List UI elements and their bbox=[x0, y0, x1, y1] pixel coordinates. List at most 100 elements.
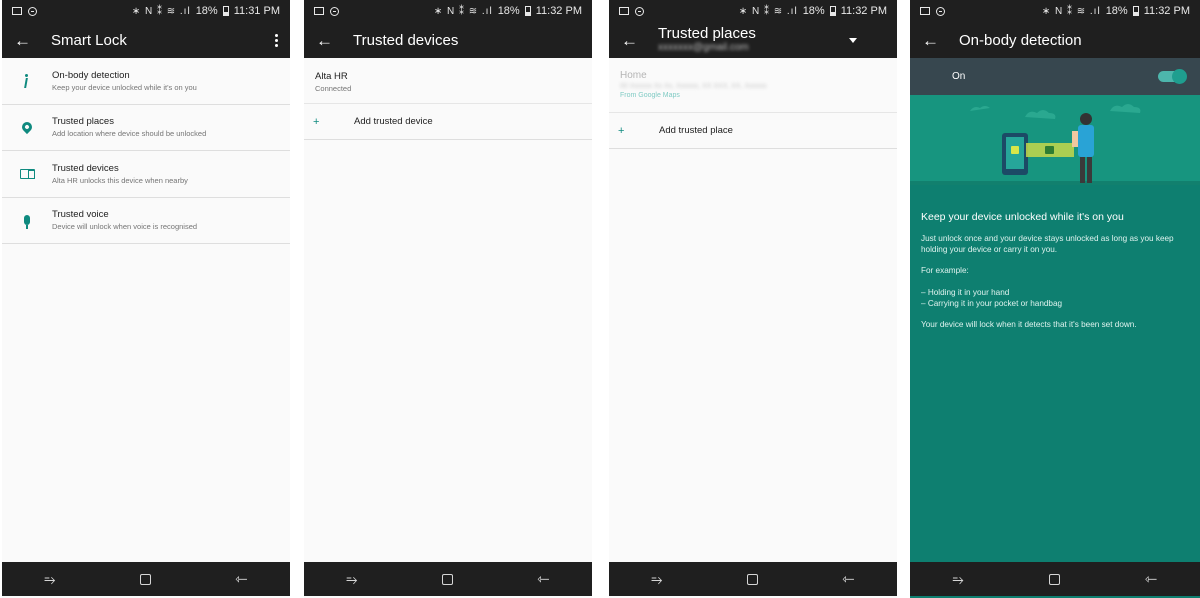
clock: 11:32 PM bbox=[1143, 5, 1190, 17]
battery-percent: 18% bbox=[802, 5, 825, 17]
recent-apps-icon[interactable]: ⥱ bbox=[346, 571, 357, 588]
page-title: On-body detection bbox=[959, 31, 1082, 49]
on-body-detection-screen: ∗ N ⁑ ≋ .ıl 18% 11:32 PM ← On-body detec… bbox=[910, 0, 1200, 598]
switch-label: On bbox=[952, 71, 966, 82]
option-on-body-detection[interactable]: On-body detection Keep your device unlock… bbox=[2, 58, 290, 105]
home-icon[interactable] bbox=[441, 573, 453, 585]
plus-icon: + bbox=[313, 115, 320, 128]
status-bar: ∗ N ⁑ ≋ .ıl 18% 11:32 PM bbox=[304, 0, 592, 22]
option-title: Trusted devices bbox=[52, 162, 119, 174]
back-arrow-icon[interactable]: ← bbox=[922, 32, 940, 49]
location-pin-icon bbox=[19, 120, 35, 135]
example-bullet: – Carrying it in your pocket or handbag bbox=[921, 299, 1063, 308]
page-title: Smart Lock bbox=[51, 31, 127, 49]
image-notification-icon bbox=[920, 7, 930, 15]
trusted-places-screen: ∗ N ⁑ ≋ .ıl 18% 11:32 PM ← Trusted place… bbox=[609, 0, 897, 598]
navigation-bar: ⥱ ⇽ bbox=[609, 562, 897, 596]
battery-icon bbox=[1132, 6, 1139, 16]
recent-apps-icon[interactable]: ⥱ bbox=[953, 571, 964, 588]
status-bar: ∗ N ⁑ ≋ .ıl 18% 11:32 PM bbox=[910, 0, 1200, 22]
microphone-icon bbox=[24, 215, 30, 230]
home-icon[interactable] bbox=[746, 573, 758, 585]
example-bullet: – Holding it in your hand bbox=[921, 288, 1010, 297]
page-title: Trusted places bbox=[658, 25, 756, 42]
image-notification-icon bbox=[314, 7, 324, 15]
on-body-illustration bbox=[910, 95, 1200, 185]
account-dropdown-icon[interactable] bbox=[849, 37, 857, 43]
device-name: Alta HR bbox=[315, 71, 348, 82]
home-icon[interactable] bbox=[1048, 573, 1060, 585]
trusted-place-home[interactable]: Home 00 Xxxxxx Xx Xx, Xxxxxx, XX XXX, XX… bbox=[609, 58, 897, 113]
clock: 11:32 PM bbox=[840, 5, 887, 17]
battery-percent: 18% bbox=[195, 5, 218, 17]
recent-apps-icon[interactable]: ⥱ bbox=[44, 571, 55, 588]
battery-percent: 18% bbox=[1105, 5, 1128, 17]
option-title: Trusted places bbox=[52, 116, 114, 128]
do-not-disturb-icon bbox=[330, 6, 339, 16]
status-icons: ∗ N ⁑ ≋ .ıl bbox=[433, 5, 493, 17]
clock: 11:32 PM bbox=[535, 5, 582, 17]
add-label: Add trusted device bbox=[354, 116, 433, 127]
trusted-device-item[interactable]: Alta HR Connected bbox=[304, 58, 592, 104]
option-subtitle: Alta HR unlocks this device when nearby bbox=[52, 175, 188, 185]
description-paragraph: Just unlock once and your device stays u… bbox=[921, 234, 1174, 254]
devices-icon bbox=[19, 168, 35, 179]
battery-icon bbox=[524, 6, 531, 16]
recent-apps-icon[interactable]: ⥱ bbox=[651, 571, 662, 588]
page-title: Trusted devices bbox=[353, 31, 459, 49]
battery-percent: 18% bbox=[497, 5, 520, 17]
add-label: Add trusted place bbox=[659, 125, 733, 136]
battery-icon bbox=[829, 6, 836, 16]
device-status: Connected bbox=[315, 84, 352, 93]
status-bar: ∗ N ⁑ ≋ .ıl 18% 11:32 PM bbox=[609, 0, 897, 22]
nav-back-icon[interactable]: ⇽ bbox=[842, 570, 855, 588]
place-source: From Google Maps bbox=[620, 92, 680, 99]
example-label: For example: bbox=[921, 266, 969, 275]
place-address: 00 Xxxxxx Xx Xx, Xxxxxx, XX XXX, XX, Xxx… bbox=[620, 83, 767, 90]
app-bar: ← Trusted devices bbox=[304, 22, 592, 58]
app-bar: ← Smart Lock bbox=[2, 22, 290, 58]
do-not-disturb-icon bbox=[635, 6, 644, 16]
option-trusted-places[interactable]: Trusted places Add location where device … bbox=[2, 104, 290, 151]
trusted-devices-screen: ∗ N ⁑ ≋ .ıl 18% 11:32 PM ← Trusted devic… bbox=[304, 0, 592, 598]
status-bar: ∗ N ⁑ ≋ .ıl 18% 11:31 PM bbox=[2, 0, 290, 22]
nav-back-icon[interactable]: ⇽ bbox=[537, 570, 550, 588]
plus-icon: + bbox=[618, 124, 625, 137]
status-icons: ∗ N ⁑ ≋ .ıl bbox=[131, 5, 191, 17]
add-trusted-device-button[interactable]: + Add trusted device bbox=[304, 104, 592, 140]
back-arrow-icon[interactable]: ← bbox=[316, 32, 334, 49]
option-subtitle: Device will unlock when voice is recogni… bbox=[52, 222, 198, 232]
master-switch-bar: On bbox=[910, 58, 1200, 95]
navigation-bar: ⥱ ⇽ bbox=[2, 562, 290, 596]
do-not-disturb-icon bbox=[28, 6, 37, 16]
app-bar: ← Trusted places xxxxxxx@gmail.com bbox=[609, 22, 897, 58]
nav-back-icon[interactable]: ⇽ bbox=[1145, 570, 1158, 588]
add-trusted-place-button[interactable]: + Add trusted place bbox=[609, 113, 897, 149]
walking-person-icon bbox=[21, 73, 33, 88]
navigation-bar: ⥱ ⇽ bbox=[304, 562, 592, 596]
do-not-disturb-icon bbox=[936, 6, 945, 16]
image-notification-icon bbox=[12, 7, 22, 15]
image-notification-icon bbox=[619, 7, 629, 15]
navigation-bar: ⥱ ⇽ bbox=[910, 562, 1200, 596]
back-arrow-icon[interactable]: ← bbox=[621, 32, 639, 49]
smart-lock-screen: ∗ N ⁑ ≋ .ıl 18% 11:31 PM ← Smart Lock On… bbox=[2, 0, 290, 598]
account-email: xxxxxxx@gmail.com bbox=[658, 42, 749, 53]
app-bar: ← On-body detection bbox=[910, 22, 1200, 58]
status-icons: ∗ N ⁑ ≋ .ıl bbox=[738, 5, 798, 17]
place-name: Home bbox=[620, 70, 647, 81]
option-subtitle: Keep your device unlocked while it's on … bbox=[52, 82, 197, 92]
on-body-toggle-switch[interactable] bbox=[1158, 69, 1187, 84]
nav-back-icon[interactable]: ⇽ bbox=[235, 570, 248, 588]
option-trusted-voice[interactable]: Trusted voice Device will unlock when voi… bbox=[2, 197, 290, 244]
back-arrow-icon[interactable]: ← bbox=[14, 32, 32, 49]
overflow-menu-icon[interactable] bbox=[275, 33, 278, 47]
status-icons: ∗ N ⁑ ≋ .ıl bbox=[1041, 5, 1101, 17]
option-title: On-body detection bbox=[52, 69, 130, 81]
lock-note: Your device will lock when it detects th… bbox=[921, 320, 1137, 329]
option-trusted-devices[interactable]: Trusted devices Alta HR unlocks this devi… bbox=[2, 151, 290, 198]
option-title: Trusted voice bbox=[52, 209, 109, 221]
battery-icon bbox=[222, 6, 229, 16]
home-icon[interactable] bbox=[139, 573, 151, 585]
description-heading: Keep your device unlocked while it's on … bbox=[921, 211, 1124, 223]
